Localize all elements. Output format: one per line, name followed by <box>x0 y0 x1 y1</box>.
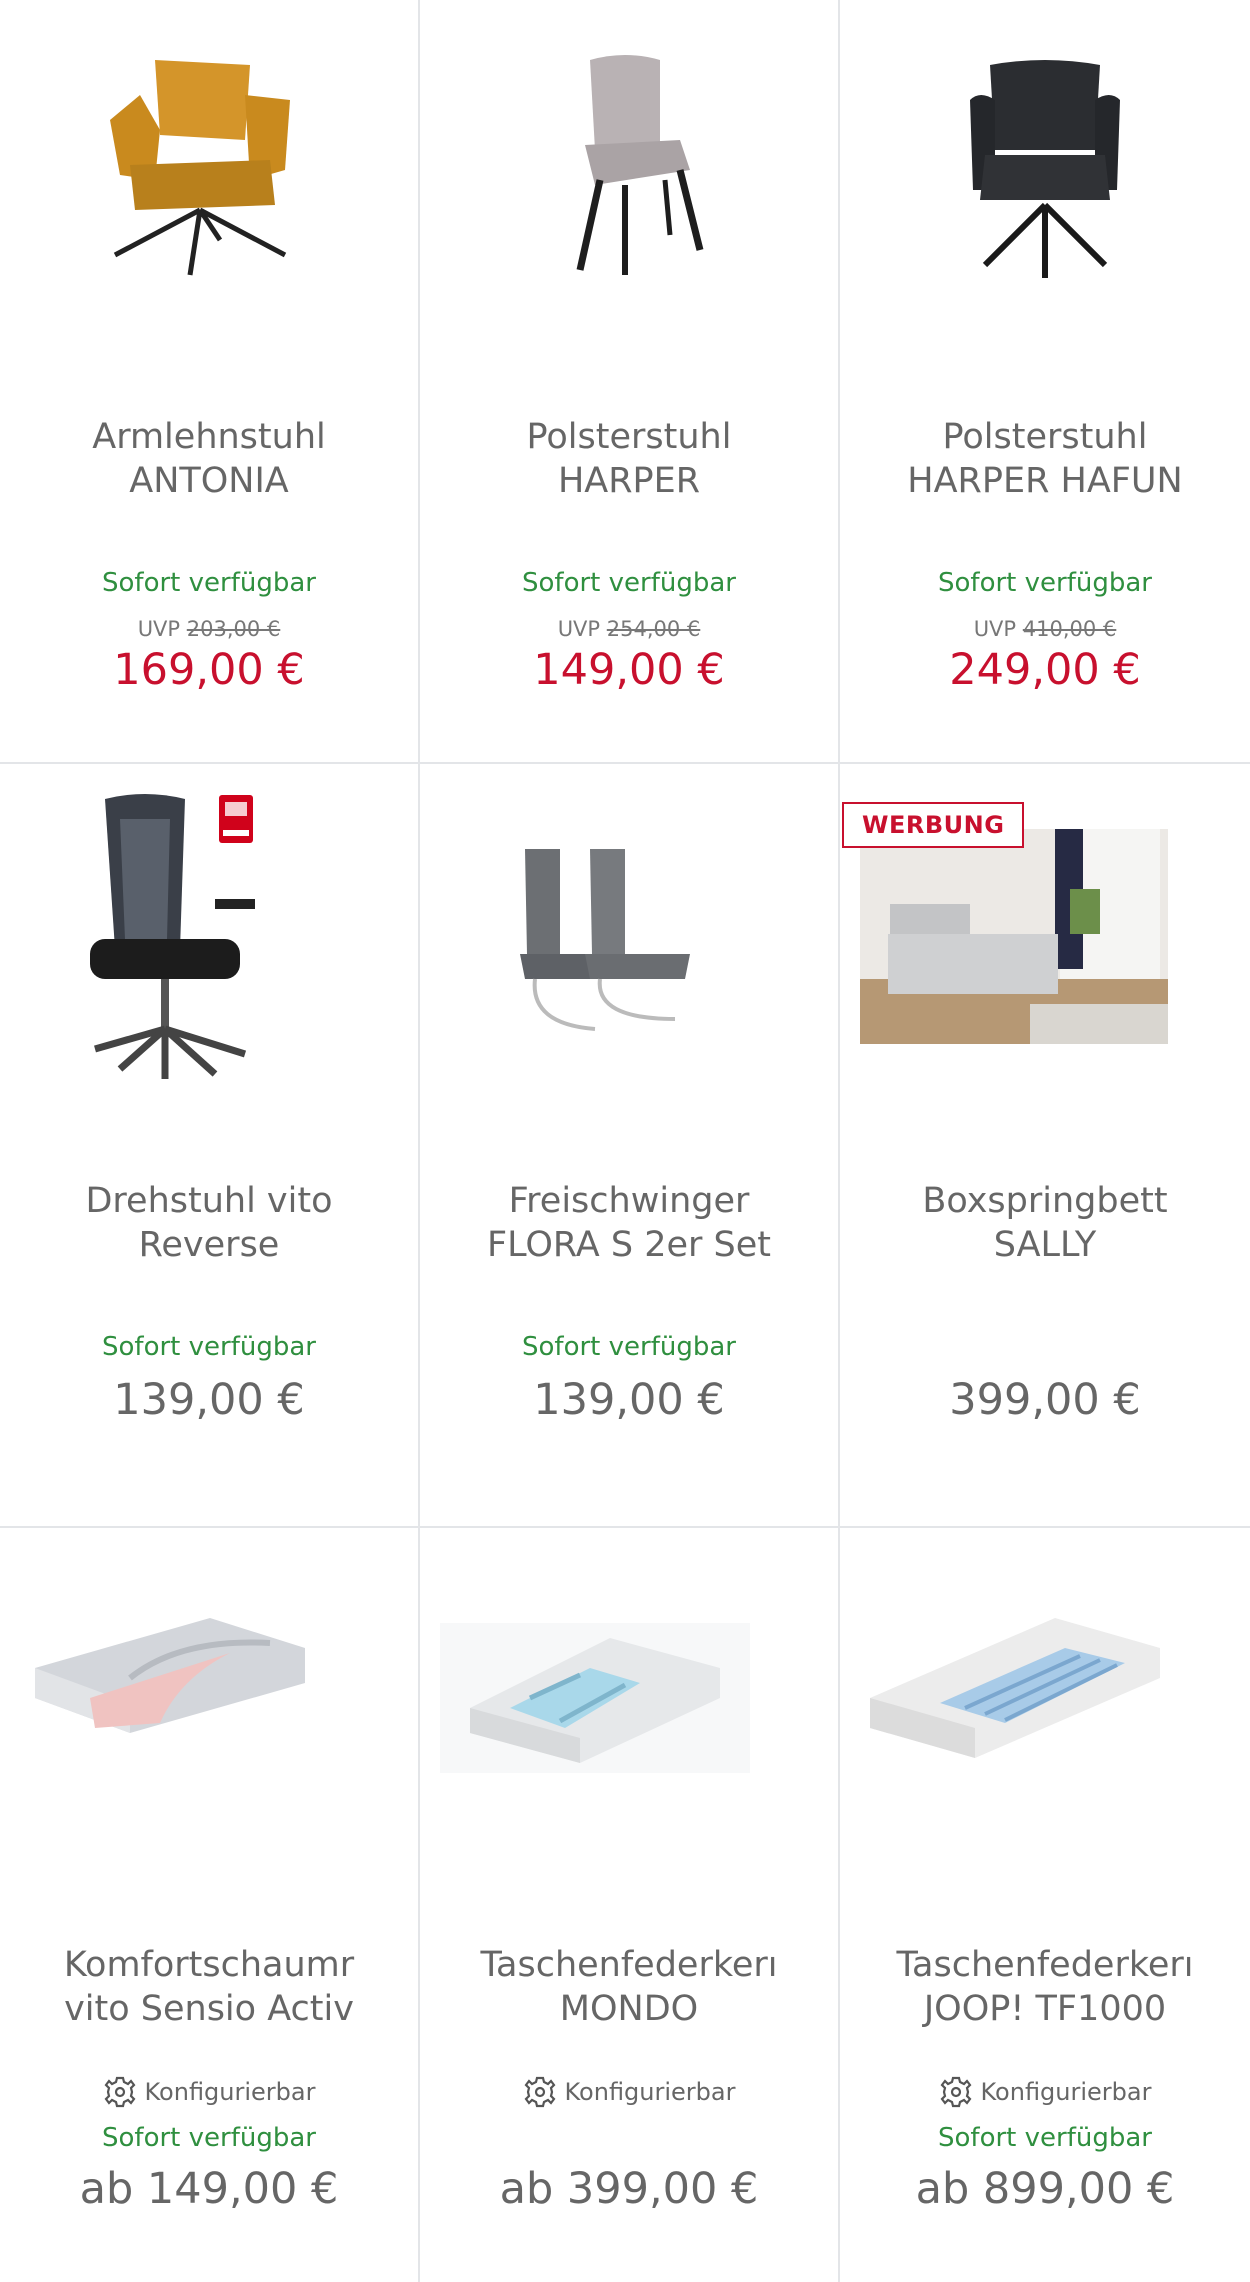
availability-label: Sofort verfügbar <box>102 2123 316 2153</box>
uvp-price: UVP 410,00 € <box>973 617 1117 641</box>
ad-badge: WERBUNG <box>842 802 1025 848</box>
joop-mattress-icon <box>870 1618 1160 1758</box>
product-title[interactable]: Boxspringbett SALLY <box>850 1179 1240 1267</box>
boxspring-bed-photo <box>860 829 1168 1044</box>
product-image[interactable] <box>840 1528 1250 1908</box>
product-title[interactable]: Taschenfederkerı MONDO <box>430 1943 828 2031</box>
product-image[interactable] <box>0 1528 418 1908</box>
product-title[interactable]: Freischwinger FLORA S 2er Set <box>430 1179 828 1267</box>
price: 149,00 € <box>533 645 725 695</box>
configurable-label: Konfigurierbar <box>840 2073 1250 2111</box>
price: 249,00 € <box>949 645 1141 695</box>
product-card-flora[interactable]: Freischwinger FLORA S 2er Set Sofort verf… <box>420 764 838 1526</box>
product-card-sally[interactable]: WERBUNG Boxspringbett SALLY 399,00 € <box>840 764 1250 1526</box>
price: 139,00 € <box>533 1375 725 1425</box>
product-image[interactable] <box>0 0 418 380</box>
product-image[interactable] <box>420 0 838 380</box>
product-title[interactable]: Polsterstuhl HARPER HAFUN <box>850 415 1240 503</box>
product-card-vito-reverse[interactable]: Drehstuhl vito Reverse Sofort verfügbar 1… <box>0 764 418 1526</box>
availability-label: Sofort verfügbar <box>522 568 736 598</box>
gear-icon <box>940 2076 971 2108</box>
product-image[interactable] <box>420 1528 838 1908</box>
uvp-price: UVP 254,00 € <box>557 617 701 641</box>
configurable-label: Konfigurierbar <box>420 2073 838 2111</box>
price: 399,00 € <box>949 1375 1141 1425</box>
availability-label: Sofort verfügbar <box>938 568 1152 598</box>
product-card-vito-sensio[interactable]: Komfortschaumr vito Sensio Activ Konfigur… <box>0 1528 418 2282</box>
product-image[interactable] <box>420 764 838 1144</box>
gear-icon <box>524 2076 555 2108</box>
price: ab 899,00 € <box>915 2164 1175 2214</box>
product-card-harper[interactable]: Polsterstuhl HARPER Sofort verfügbar UVP … <box>420 0 838 762</box>
configurable-label: Konfigurierbar <box>0 2073 418 2111</box>
quality-seal-icon <box>219 795 253 843</box>
chair-armchair-orange-icon <box>110 60 290 276</box>
product-title[interactable]: Polsterstuhl HARPER <box>430 415 828 503</box>
pocket-spring-mattress-icon <box>440 1623 750 1773</box>
price: 169,00 € <box>113 645 305 695</box>
product-title[interactable]: Drehstuhl vito Reverse <box>10 1179 408 1267</box>
product-card-joop[interactable]: Taschenfederkerı JOOP! TF1000 Konfigurier… <box>840 1528 1250 2282</box>
availability-label: Sofort verfügbar <box>522 1332 736 1362</box>
chair-upholstered-grey-icon <box>576 55 704 275</box>
product-image[interactable]: WERBUNG <box>840 764 1250 1144</box>
product-card-antonia[interactable]: Armlehnstuhl ANTONIA Sofort verfügbar UVP… <box>0 0 418 762</box>
product-grid: Armlehnstuhl ANTONIA Sofort verfügbar UVP… <box>0 0 1250 2282</box>
cantilever-chairs-icon <box>520 849 690 1031</box>
chair-armchair-black-icon <box>970 60 1120 278</box>
gear-icon <box>104 2076 135 2108</box>
product-image[interactable] <box>840 0 1250 380</box>
price: ab 399,00 € <box>499 2164 759 2214</box>
availability-label: Sofort verfügbar <box>102 1332 316 1362</box>
availability-label: Sofort verfügbar <box>102 568 316 598</box>
price: ab 149,00 € <box>79 2164 339 2214</box>
availability-label: Sofort verfügbar <box>938 2123 1152 2153</box>
product-title[interactable]: Komfortschaumr vito Sensio Activ <box>10 1943 408 2031</box>
product-image[interactable] <box>0 764 418 1144</box>
product-title[interactable]: Taschenfederkerı JOOP! TF1000 <box>850 1943 1240 2031</box>
foam-mattress-icon <box>35 1618 305 1733</box>
uvp-price: UVP 203,00 € <box>137 617 281 641</box>
price: 139,00 € <box>113 1375 305 1425</box>
product-card-mondo[interactable]: Taschenfederkerı MONDO Konfigurierbar ab … <box>420 1528 838 2282</box>
product-title[interactable]: Armlehnstuhl ANTONIA <box>10 415 408 503</box>
product-card-harper-hafun[interactable]: Polsterstuhl HARPER HAFUN Sofort verfügba… <box>840 0 1250 762</box>
